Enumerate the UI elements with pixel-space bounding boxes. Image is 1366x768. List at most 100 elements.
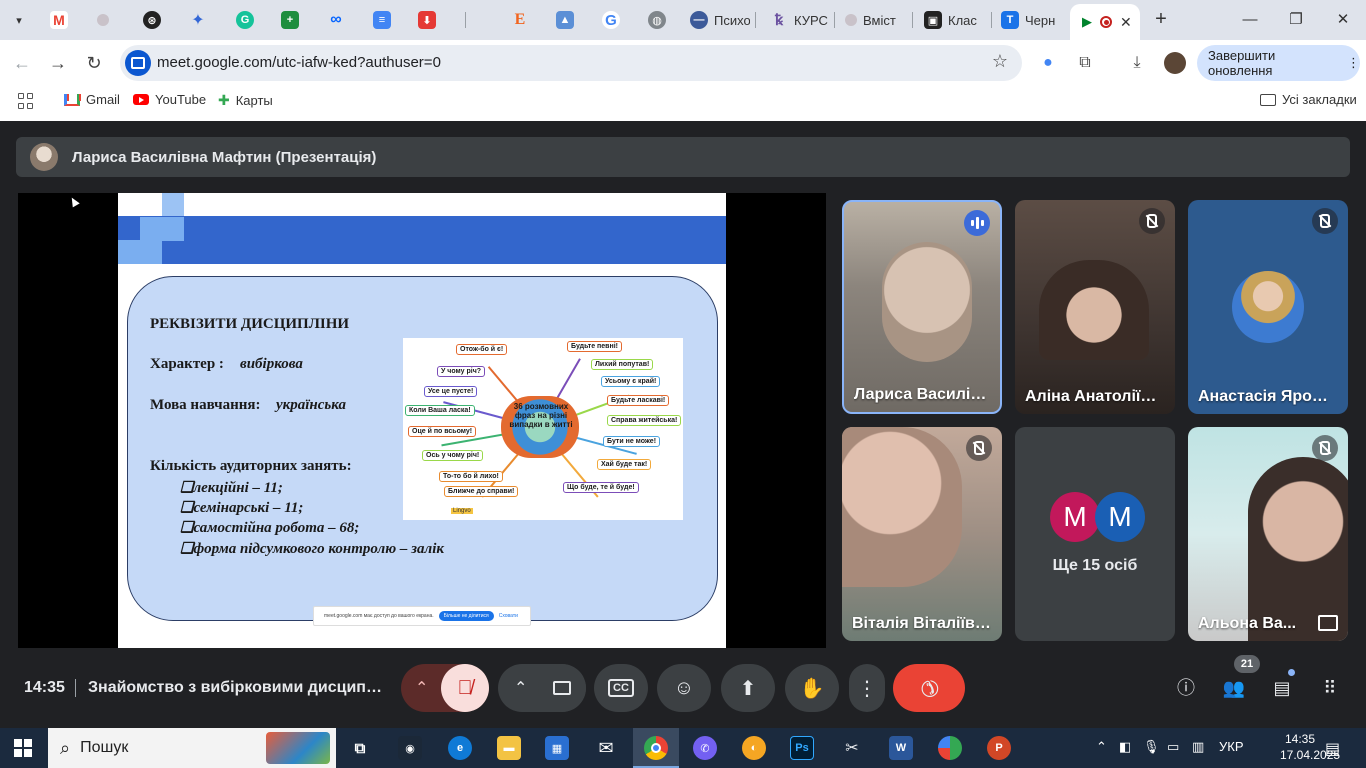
photoshop-icon[interactable]: Ps [790, 736, 814, 760]
tab-etsy[interactable]: E [511, 6, 529, 34]
people-icon[interactable]: 👥 [1219, 673, 1249, 703]
tab-chern[interactable]: T Черн [1001, 6, 1057, 34]
apps-grid-icon[interactable] [18, 93, 34, 109]
tray-mic-icon[interactable]: 🎙 [1143, 739, 1160, 755]
tab-grammarly[interactable]: G [236, 6, 254, 34]
profile-avatar[interactable] [1164, 52, 1186, 74]
participant-tile[interactable]: Лариса Василівна Мафтин [842, 200, 1002, 414]
participant-tile[interactable]: Віталія Віталіївна [842, 427, 1002, 641]
mic-off-button[interactable]: 🎙̸ [441, 664, 489, 712]
hide-notice-button[interactable]: Сховати [499, 613, 518, 619]
restore-icon[interactable]: ❐ [1284, 8, 1308, 32]
photos-icon[interactable] [938, 736, 962, 760]
bookmark-star-icon[interactable]: ☆ [992, 51, 1008, 72]
notifications-icon[interactable]: ▤ [1325, 739, 1340, 759]
bookmark-youtube[interactable]: YouTube [133, 92, 206, 107]
window-close-icon[interactable]: ✕ [1331, 8, 1355, 32]
more-options-button[interactable]: ⋮ [849, 664, 885, 712]
chat-icon[interactable]: ▤ [1267, 673, 1297, 703]
stop-sharing-button[interactable]: Більше не ділитися [438, 611, 494, 621]
mindmap-node: То-то бо й лихо! [439, 471, 503, 482]
tab-psycho[interactable]: — Психо [690, 6, 750, 34]
tab-gmail[interactable]: M [50, 6, 68, 34]
captions-button[interactable]: CC [594, 664, 648, 712]
file-explorer-icon[interactable]: ▬ [497, 736, 521, 760]
tab-search-button[interactable]: ▾ [6, 7, 32, 33]
keyboard-language[interactable]: УКР [1219, 739, 1244, 754]
present-screen-button[interactable]: ⬆ [721, 664, 775, 712]
scissors-app-icon[interactable]: ✂ [840, 736, 864, 760]
start-windows-icon[interactable] [14, 739, 32, 757]
mindmap-node: Ось у чому річ! [422, 450, 484, 461]
image-icon: ▲ [556, 11, 574, 29]
participant-tile[interactable]: Альона Ва... [1188, 427, 1348, 641]
tab-docs[interactable]: ≡ [373, 6, 391, 34]
edge-icon[interactable]: e [448, 736, 472, 760]
steam-icon[interactable]: ◉ [398, 736, 422, 760]
tab-circle[interactable] [97, 6, 109, 34]
update-button[interactable]: Завершити оновлення ⋮ [1197, 45, 1360, 81]
browser-app-icon[interactable]: ◐ [742, 736, 766, 760]
url-text[interactable]: meet.google.com/utc-iafw-ked?authuser=0 [157, 54, 441, 71]
presentation-stage[interactable]: РЕКВІЗИТИ ДИСЦИПЛІНИ Характер : вибірков… [18, 193, 826, 648]
mindmap-node: Коли Ваша ласка! [405, 405, 475, 416]
tab-kurs[interactable]: ꝅ КУРС [770, 6, 830, 34]
meeting-info-icon[interactable]: ⓘ [1171, 673, 1201, 703]
participant-tile[interactable]: Анастасія Ярошенко [1188, 200, 1348, 414]
tray-network-icon[interactable]: ▥ [1192, 739, 1204, 755]
extensions-puzzle-icon[interactable]: ⧉ [1074, 52, 1096, 74]
more-vert-icon[interactable]: ⋮ [1347, 55, 1360, 71]
raise-hand-button[interactable]: ✋ [785, 664, 839, 712]
back-icon[interactable]: ← [10, 51, 34, 75]
tab-klas[interactable]: ▣ Клас [924, 6, 984, 34]
mic-options-chevron-icon[interactable]: ⌃ [415, 678, 428, 698]
new-tab-button[interactable]: + [1150, 8, 1172, 30]
system-clock[interactable]: 14:35 17.04.2025 [1280, 731, 1340, 763]
extension-circle-icon[interactable]: ● [1037, 52, 1059, 74]
leave-call-button[interactable]: ✆ [893, 664, 965, 712]
tab-chatgpt[interactable]: ⊛ [143, 6, 161, 34]
taskbar-search[interactable]: ⌕ Пошук [48, 728, 336, 768]
activities-grid-icon[interactable]: ⠿ [1315, 673, 1345, 703]
tab-google[interactable]: G [602, 6, 620, 34]
reactions-button[interactable]: ☺ [657, 664, 711, 712]
mail-icon[interactable]: ✉ [594, 736, 618, 760]
tray-chevron-icon[interactable]: ⌃ [1096, 739, 1107, 755]
tab-sheets-plus[interactable]: + [281, 6, 299, 34]
microsoft-store-icon[interactable]: ▦ [545, 736, 569, 760]
tab-image[interactable]: ▲ [556, 6, 574, 34]
search-highlight-bird-icon [266, 732, 330, 764]
mindmap-node: Хай буде так! [597, 459, 652, 470]
all-bookmarks[interactable]: Усі закладки [1260, 92, 1357, 107]
tab-meet-active[interactable]: ▶ ✕ [1070, 4, 1140, 40]
participant-tile[interactable]: Аліна Анатоліївна [1015, 200, 1175, 414]
tray-camera-icon[interactable]: ◧ [1119, 739, 1131, 755]
reload-icon[interactable]: ↻ [82, 51, 106, 75]
chrome-icon[interactable] [644, 736, 668, 760]
address-bar[interactable]: meet.google.com/utc-iafw-ked?authuser=0 … [120, 45, 1022, 81]
bookmark-maps[interactable]: ✚ Карты [218, 92, 273, 109]
tab-meta[interactable]: ∞ [327, 6, 345, 34]
camera-options-chevron-icon[interactable]: ⌃ [514, 678, 527, 698]
tab-globe[interactable]: ◍ [648, 6, 666, 34]
word-icon[interactable]: W [889, 736, 913, 760]
tray-battery-icon[interactable]: ▭ [1167, 739, 1179, 755]
bookmark-gmail[interactable]: Gmail [64, 92, 120, 107]
chatgpt-icon: ⊛ [143, 11, 161, 29]
downloads-icon[interactable]: ⤓ [1126, 52, 1148, 74]
site-info-icon[interactable] [125, 50, 151, 76]
tab-vmist[interactable]: Вміст [845, 6, 905, 34]
forward-icon[interactable]: → [46, 51, 70, 75]
others-tile[interactable]: M M Ще 15 осіб [1015, 427, 1175, 641]
powerpoint-icon[interactable]: P [987, 736, 1011, 760]
youtube-icon [133, 94, 149, 105]
minimize-icon[interactable]: — [1238, 8, 1262, 32]
tab-download[interactable]: ⬇ [418, 6, 436, 34]
tab-gemini[interactable]: ✦ [189, 6, 207, 34]
viber-icon[interactable]: ✆ [693, 736, 717, 760]
task-view-icon[interactable]: ⧉ [348, 736, 372, 760]
participant-avatar [1232, 271, 1304, 343]
hand-icon: ✋ [799, 677, 825, 700]
camera-button[interactable] [538, 664, 586, 712]
close-icon[interactable]: ✕ [1120, 14, 1132, 31]
